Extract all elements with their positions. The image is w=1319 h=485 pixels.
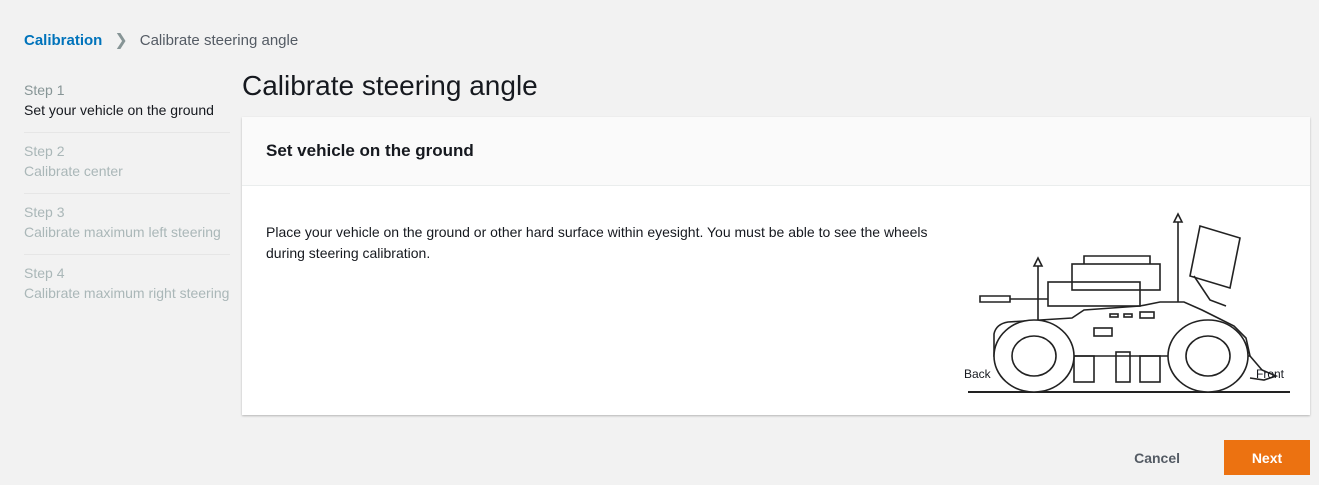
page-title: Calibrate steering angle (242, 70, 538, 101)
panel-description: Place your vehicle on the ground or othe… (266, 224, 928, 261)
step-title: Calibrate maximum left steering (24, 224, 221, 240)
step-number: Step 1 (24, 82, 65, 98)
step-3: Step 3 Calibrate maximum left steering (24, 194, 230, 255)
wizard-footer: Cancel Next (1128, 440, 1310, 475)
step-number: Step 4 (24, 265, 65, 281)
breadcrumb: Calibration ❯ Calibrate steering angle (24, 30, 298, 50)
step-number: Step 3 (24, 204, 65, 220)
step-2: Step 2 Calibrate center (24, 133, 230, 194)
calibration-panel: Set vehicle on the ground Place your veh… (242, 117, 1310, 415)
step-4: Step 4 Calibrate maximum right steering (24, 255, 230, 315)
step-title: Calibrate maximum right steering (24, 285, 230, 301)
diagram-front-label: Front (1256, 367, 1285, 381)
step-title: Calibrate center (24, 163, 123, 179)
breadcrumb-current: Calibrate steering angle (139, 31, 299, 49)
panel-header: Set vehicle on the ground (242, 117, 1310, 186)
chevron-right-icon: ❯ (114, 32, 128, 49)
next-button[interactable]: Next (1224, 440, 1310, 475)
step-navigation: Step 1 Set your vehicle on the ground St… (24, 72, 230, 315)
vehicle-diagram: Back Front (964, 212, 1290, 393)
breadcrumb-calibration-link[interactable]: Calibration (24, 32, 102, 49)
diagram-back-label: Back (964, 367, 992, 381)
cancel-button[interactable]: Cancel (1128, 449, 1186, 467)
panel-body: Place your vehicle on the ground or othe… (242, 186, 1310, 415)
step-1: Step 1 Set your vehicle on the ground (24, 72, 230, 133)
step-title: Set your vehicle on the ground (24, 102, 214, 118)
step-number: Step 2 (24, 143, 65, 159)
